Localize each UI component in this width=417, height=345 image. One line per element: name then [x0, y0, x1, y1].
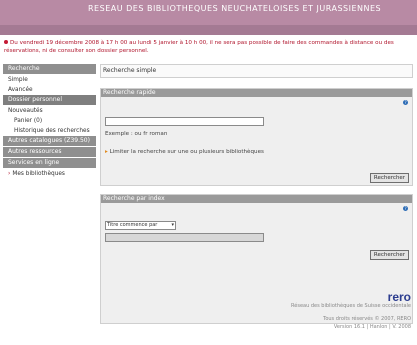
help-icon[interactable]: ? [403, 100, 408, 105]
breadcrumb: Recherche simple [100, 64, 413, 78]
main-content: Recherche simple Recherche rapide ? Exem… [100, 64, 413, 324]
sidebar-item-simple[interactable]: Simple [3, 75, 96, 85]
quick-search-example: Exemple : ou fr roman [105, 131, 168, 137]
sidebar-section-autres-catalogues[interactable]: Autres catalogues (Z39.50) [3, 136, 96, 147]
index-select[interactable]: Titre commence par ▾ [105, 221, 176, 230]
quick-search-button[interactable]: Rechercher [370, 173, 409, 183]
alert-message: Du vendredi 19 décembre 2008 à 17 h 00 a… [4, 39, 409, 55]
footer-version: Version 16.1 | Hanlon | V. 2008 [333, 324, 411, 330]
header-stripe [0, 25, 417, 35]
index-search-input[interactable] [105, 233, 264, 242]
limit-libraries-text: Limiter la recherche sur une ou plusieur… [109, 149, 264, 155]
sidebar: Recherche Simple Avancée Dossier personn… [3, 64, 96, 179]
index-search-button[interactable]: Rechercher [370, 250, 409, 260]
sidebar-item-panier[interactable]: Panier (0) [3, 116, 96, 126]
index-search-title: Recherche par index [101, 195, 412, 203]
help-icon-2[interactable]: ? [403, 206, 408, 211]
quick-search-title: Recherche rapide [101, 89, 412, 97]
alert-text: Du vendredi 19 décembre 2008 à 17 h 00 a… [4, 40, 394, 54]
sidebar-item-historique[interactable]: Historique des recherches [3, 126, 96, 136]
sidebar-section-services[interactable]: Services en ligne [3, 158, 96, 169]
alert-icon [4, 40, 8, 44]
site-title: RESEAU DES BIBLIOTHEQUES NEUCHATELOISES … [88, 4, 382, 13]
sidebar-item-nouveautes[interactable]: Nouveautés [3, 106, 96, 116]
rero-logo-subtitle: Réseau des bibliothèques de Suisse occid… [291, 303, 411, 309]
sidebar-section-dossier[interactable]: Dossier personnel [3, 95, 96, 106]
limit-libraries-link[interactable]: ▸ Limiter la recherche sur une ou plusie… [105, 149, 264, 155]
sidebar-item-mes-bibliotheques[interactable]: Mes bibliothèques [3, 169, 96, 179]
footer-copyright: Tous droits réservés © 2007, RERO [323, 316, 411, 322]
index-select-value: Titre commence par [107, 222, 158, 228]
sidebar-item-avancee[interactable]: Avancée [3, 85, 96, 95]
sidebar-section-recherche[interactable]: Recherche [3, 64, 96, 75]
quick-search-input[interactable] [105, 117, 264, 126]
site-header: RESEAU DES BIBLIOTHEQUES NEUCHATELOISES … [0, 0, 417, 35]
quick-search-panel: Recherche rapide ? Exemple : ou fr roman… [100, 88, 413, 186]
chevron-down-icon: ▾ [171, 222, 174, 228]
rero-logo: rero [387, 290, 411, 304]
sidebar-section-autres-ressources[interactable]: Autres ressources [3, 147, 96, 158]
